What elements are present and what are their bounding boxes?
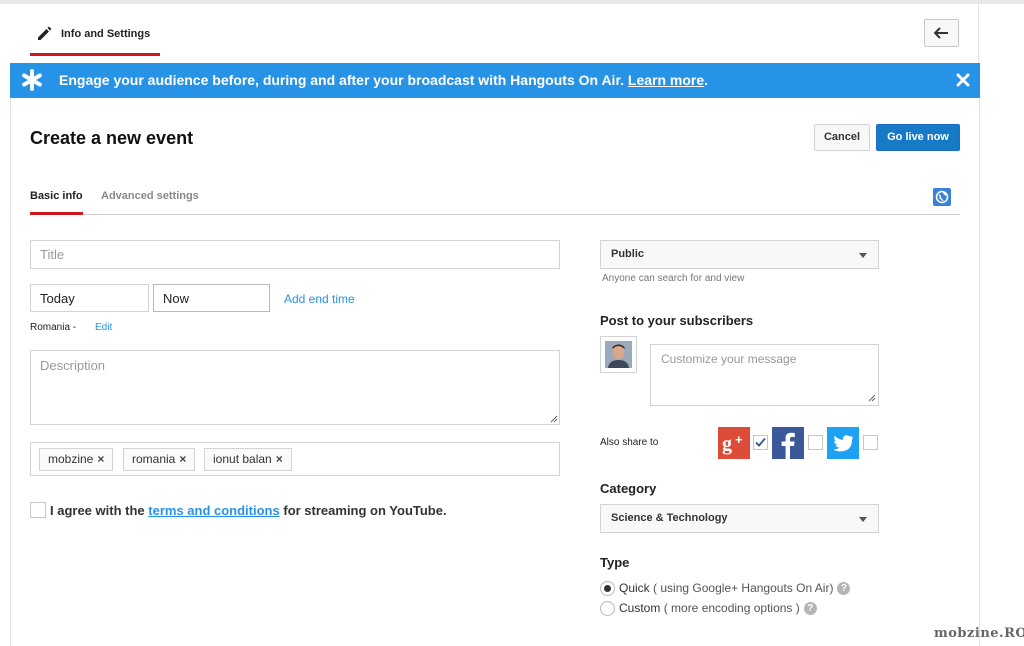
tag-remove-icon[interactable]: × xyxy=(97,452,104,466)
post-subscribers-heading: Post to your subscribers xyxy=(600,313,754,328)
top-border xyxy=(0,0,1024,4)
terms-link[interactable]: terms and conditions xyxy=(148,503,279,518)
privacy-value: Public xyxy=(611,248,645,260)
globe-icon[interactable] xyxy=(933,188,951,206)
avatar-photo xyxy=(605,341,632,368)
tag-label: ionut balan xyxy=(213,452,272,466)
resize-handle-icon[interactable] xyxy=(549,414,558,423)
type-quick-option[interactable]: Quick ( using Google+ Hangouts On Air)? xyxy=(619,581,851,595)
facebook-icon xyxy=(772,427,804,459)
description-input[interactable]: Description xyxy=(30,350,560,425)
watermark: mobzine.RO xyxy=(934,626,1024,641)
agree-prefix: I agree with the xyxy=(50,503,145,518)
tags-input[interactable]: mobzine × romania × ionut balan × xyxy=(30,442,560,476)
title-input[interactable]: Title xyxy=(30,240,560,269)
avatar xyxy=(600,336,637,373)
description-placeholder: Description xyxy=(40,358,106,373)
back-button[interactable] xyxy=(924,19,959,47)
learn-more-link[interactable]: Learn more xyxy=(628,72,704,88)
category-heading: Category xyxy=(600,481,657,496)
chevron-down-icon xyxy=(859,253,867,258)
tab-basic-info-underline xyxy=(30,212,83,215)
svg-text:+: + xyxy=(735,432,743,447)
banner-message: Engage your audience before, during and … xyxy=(59,72,625,88)
facebook-checkbox[interactable] xyxy=(808,435,823,450)
help-icon[interactable]: ? xyxy=(837,582,851,595)
banner-text: Engage your audience before, during and … xyxy=(59,72,708,88)
active-tab-underline xyxy=(30,53,160,56)
type-quick-radio[interactable] xyxy=(600,581,615,596)
type-custom-option[interactable]: Custom ( more encoding options )? xyxy=(619,601,817,615)
add-end-time-link[interactable]: Add end time xyxy=(284,292,355,306)
tag-label: mobzine xyxy=(48,452,94,466)
tag-label: romania xyxy=(132,452,176,466)
tag-remove-icon[interactable]: × xyxy=(276,452,283,466)
category-value: Science & Technology xyxy=(611,512,728,524)
back-arrow-icon xyxy=(934,27,948,39)
google-plus-checkbox[interactable] xyxy=(753,435,768,450)
agree-text: I agree with the terms and conditions fo… xyxy=(50,503,447,518)
close-icon[interactable] xyxy=(954,71,972,89)
customize-message-input[interactable]: Customize your message xyxy=(650,344,879,406)
share-label: Also share to xyxy=(600,437,659,448)
tabs-divider xyxy=(30,214,960,215)
tag-chip[interactable]: mobzine × xyxy=(39,448,114,471)
privacy-select[interactable]: Public xyxy=(600,240,879,269)
banner-period: . xyxy=(704,72,709,88)
hangouts-banner: Engage your audience before, during and … xyxy=(10,63,980,98)
time-input[interactable]: Now xyxy=(153,284,270,312)
asterisk-icon xyxy=(22,69,42,91)
twitter-icon xyxy=(827,427,859,459)
category-select[interactable]: Science & Technology xyxy=(600,504,879,533)
go-live-button[interactable]: Go live now xyxy=(876,124,960,151)
tag-chip[interactable]: ionut balan × xyxy=(204,448,292,471)
type-quick-label: Quick xyxy=(619,581,650,595)
type-custom-radio[interactable] xyxy=(600,601,615,616)
type-custom-detail: ( more encoding options ) xyxy=(663,601,800,615)
tab-basic-info[interactable]: Basic info xyxy=(30,190,83,202)
tag-remove-icon[interactable]: × xyxy=(179,452,186,466)
pencil-icon xyxy=(38,26,52,40)
type-custom-label: Custom xyxy=(619,601,661,615)
tag-chip[interactable]: romania × xyxy=(123,448,196,471)
twitter-checkbox[interactable] xyxy=(863,435,878,450)
svg-text:g: g xyxy=(722,433,732,455)
timezone-label: Romania - xyxy=(30,322,77,333)
globe-glyph xyxy=(935,190,949,204)
privacy-hint: Anyone can search for and view xyxy=(602,273,745,284)
date-input[interactable]: Today xyxy=(30,284,149,312)
page-title: Create a new event xyxy=(30,128,194,148)
info-settings-tab[interactable]: Info and Settings xyxy=(30,18,160,58)
agree-checkbox[interactable] xyxy=(30,502,46,518)
type-quick-detail: ( using Google+ Hangouts On Air) xyxy=(653,581,834,595)
timezone-edit-link[interactable]: Edit xyxy=(95,322,112,333)
resize-handle-icon[interactable] xyxy=(867,393,876,402)
tab-advanced-settings[interactable]: Advanced settings xyxy=(101,190,199,202)
agree-suffix: for streaming on YouTube. xyxy=(283,503,447,518)
cancel-button[interactable]: Cancel xyxy=(814,124,870,151)
checkmark-icon xyxy=(755,437,766,447)
info-settings-label: Info and Settings xyxy=(61,28,151,40)
help-icon[interactable]: ? xyxy=(803,602,817,615)
type-heading: Type xyxy=(600,555,630,570)
google-plus-icon: g + xyxy=(718,427,750,459)
chevron-down-icon xyxy=(859,517,867,522)
